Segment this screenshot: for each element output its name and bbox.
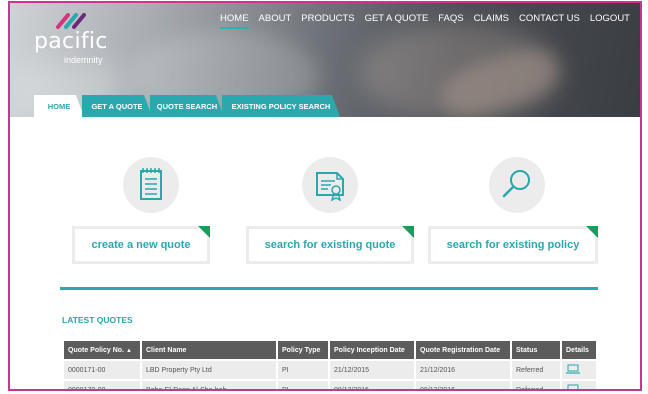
column-header-status[interactable]: Status: [512, 341, 560, 359]
nav-logout[interactable]: LOGOUT: [590, 13, 630, 29]
latest-quotes-title: LATEST QUOTES: [62, 315, 133, 325]
cell-registration-date: 21/12/2016: [416, 361, 510, 379]
column-header-registration-date[interactable]: Quote Registration Date: [416, 341, 510, 359]
search-quote-button[interactable]: search for existing quote: [246, 226, 414, 264]
certificate-icon: [316, 172, 344, 202]
cell-quote-policy-no: 0000171-00: [64, 361, 140, 379]
nav-contact-us[interactable]: CONTACT US: [519, 13, 580, 29]
cell-inception-date: 21/12/2015: [330, 361, 414, 379]
cell-inception-date: 08/12/2015: [330, 381, 414, 389]
brand-name: pacific: [34, 29, 108, 54]
create-quote-label: create a new quote: [91, 239, 191, 251]
top-navigation: HOME ABOUT PRODUCTS GET A QUOTE FAQS CLA…: [220, 13, 630, 29]
create-quote-button[interactable]: create a new quote: [72, 226, 210, 264]
cell-details: [562, 361, 596, 379]
column-header-inception-date[interactable]: Policy Inception Date: [330, 341, 414, 359]
nav-home[interactable]: HOME: [220, 13, 249, 29]
nav-about[interactable]: ABOUT: [259, 13, 292, 29]
nav-products[interactable]: PRODUCTS: [301, 13, 354, 29]
section-tabs: HOME GET A QUOTE QUOTE SEARCH EXISTING P…: [34, 95, 338, 117]
brand-sub: indemnity: [64, 55, 103, 65]
table-header-row: Quote Policy No. ▲ Client Name Policy Typ…: [64, 341, 596, 359]
cell-policy-type: PI: [278, 381, 328, 389]
section-divider: [60, 287, 598, 290]
hero-banner: pacific indemnity HOME ABOUT PRODUCTS GE…: [10, 3, 640, 117]
column-header-client-name[interactable]: Client Name: [142, 341, 276, 359]
main-content: create a new quote search for existing q…: [10, 117, 640, 391]
table-row[interactable]: 0000171-00 LBD Property Pty Ltd PI 21/12…: [64, 361, 596, 379]
search-quote-label: search for existing quote: [264, 239, 396, 251]
corner-accent: [586, 226, 598, 238]
corner-accent: [198, 226, 210, 238]
icon-circle: [302, 157, 358, 213]
icon-circle: [489, 157, 545, 213]
nav-faqs[interactable]: FAQS: [438, 13, 463, 29]
table-row[interactable]: 0000170-00 Baha-El-Deen Al-She-hab PI 08…: [64, 381, 596, 391]
tab-get-a-quote[interactable]: GET A QUOTE: [82, 95, 152, 117]
app-frame: pacific indemnity HOME ABOUT PRODUCTS GE…: [8, 1, 642, 391]
cell-client-name: LBD Property Pty Ltd: [142, 361, 276, 379]
column-header-details: Details: [562, 341, 596, 359]
tab-home[interactable]: HOME: [34, 95, 84, 117]
tab-quote-search[interactable]: QUOTE SEARCH: [150, 95, 224, 117]
icon-circle: [123, 157, 179, 213]
column-header-policy-type[interactable]: Policy Type: [278, 341, 328, 359]
nav-get-a-quote[interactable]: GET A QUOTE: [365, 13, 429, 29]
cell-details: [562, 381, 596, 391]
cell-status: Referred: [512, 381, 560, 389]
cell-policy-type: PI: [278, 361, 328, 379]
search-policy-label: search for existing policy: [446, 239, 580, 251]
tab-existing-policy-search[interactable]: EXISTING POLICY SEARCH: [222, 95, 340, 117]
magnifier-icon: [502, 170, 530, 198]
logo[interactable]: pacific indemnity: [34, 11, 124, 67]
sort-up-icon[interactable]: ▲: [126, 348, 132, 354]
notepad-icon: [140, 168, 162, 200]
cell-registration-date: 08/12/2016: [416, 381, 510, 389]
laptop-icon[interactable]: [566, 364, 580, 374]
corner-accent: [402, 226, 414, 238]
latest-quotes-table: Quote Policy No. ▲ Client Name Policy Typ…: [62, 339, 598, 391]
column-label: Quote Policy No.: [68, 346, 125, 354]
search-policy-button[interactable]: search for existing policy: [428, 226, 598, 264]
cell-client-name: Baha-El-Deen Al-She-hab: [142, 381, 276, 389]
cell-quote-policy-no: 0000170-00: [64, 381, 140, 389]
column-header-quote-policy-no[interactable]: Quote Policy No. ▲: [64, 341, 140, 359]
cell-status: Referred: [512, 361, 560, 379]
laptop-icon[interactable]: [566, 384, 580, 391]
nav-claims[interactable]: CLAIMS: [474, 13, 509, 29]
